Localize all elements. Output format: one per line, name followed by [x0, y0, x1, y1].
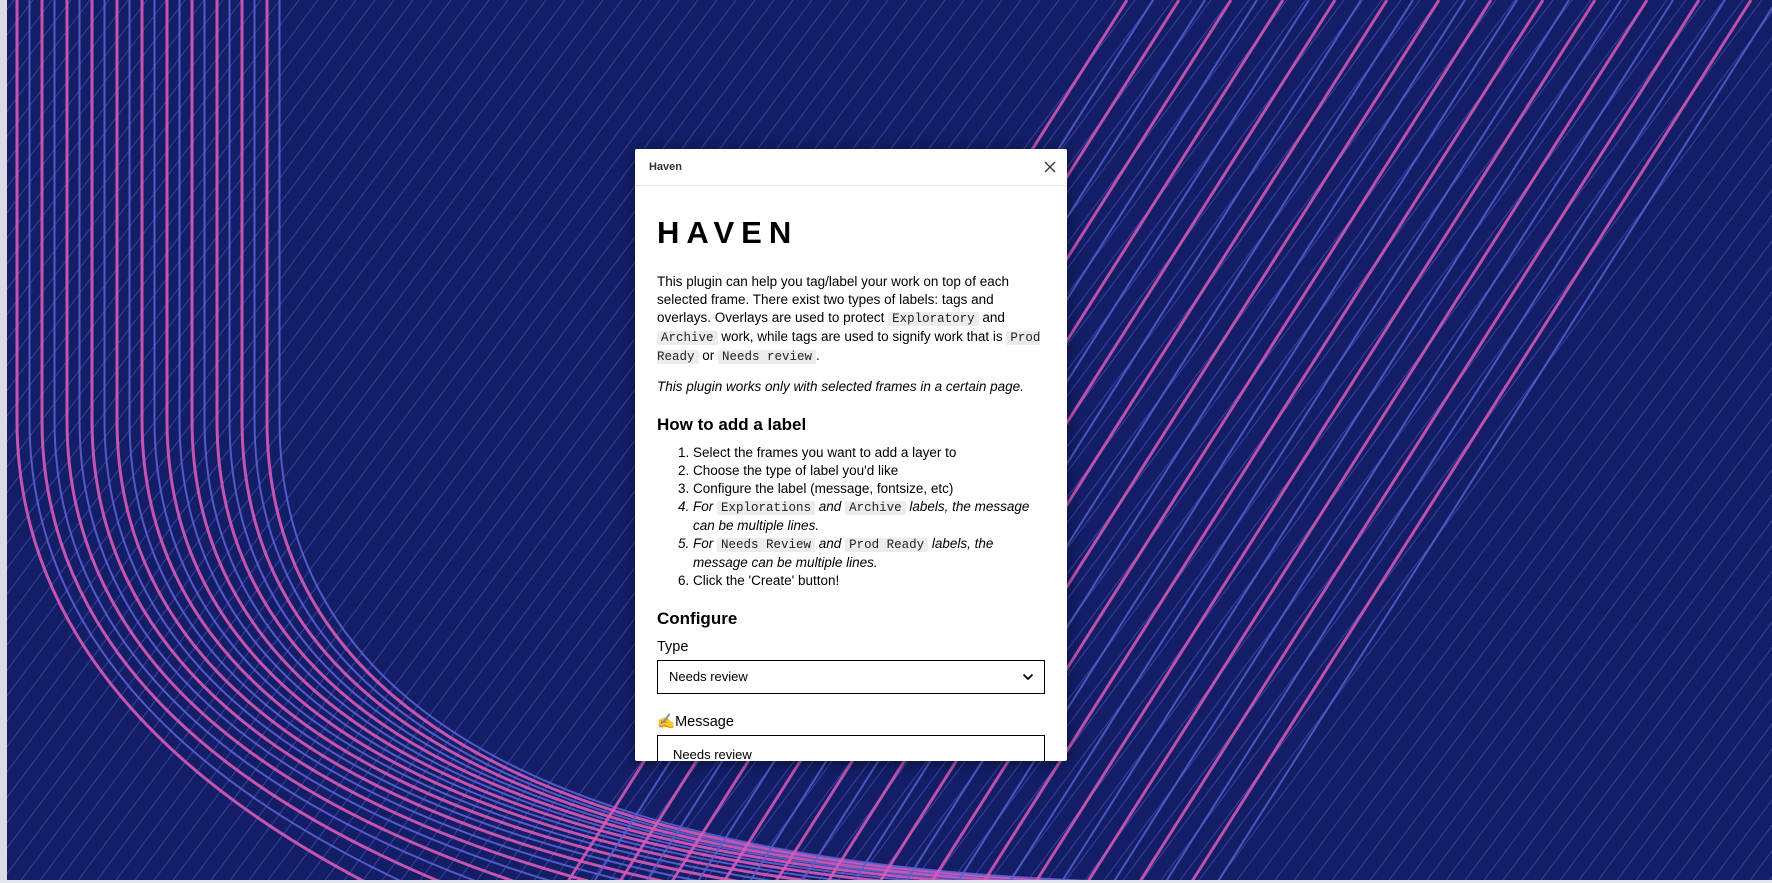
- message-label-text: Message: [675, 714, 734, 730]
- plugin-title: Haven: [649, 161, 683, 173]
- type-select[interactable]: Needs review: [657, 660, 1045, 694]
- message-label: ✍️Message: [657, 713, 1045, 731]
- code-exploratory: Exploratory: [888, 312, 979, 326]
- type-select-value: Needs review: [669, 669, 748, 684]
- chevron-down-icon: [1022, 668, 1034, 686]
- code-explorations: Explorations: [717, 501, 816, 515]
- steps-list: Select the frames you want to add a laye…: [657, 444, 1045, 590]
- message-input[interactable]: [657, 735, 1045, 761]
- step-item: For Needs Review and Prod Ready labels, …: [693, 535, 1045, 572]
- writing-hand-icon: ✍️: [657, 714, 676, 730]
- code-needs-review: Needs review: [718, 350, 817, 364]
- code-archive: Archive: [657, 331, 718, 345]
- step-text: and: [815, 536, 846, 551]
- code-needs-review: Needs Review: [717, 538, 816, 552]
- step-text: and: [815, 499, 846, 514]
- how-to-heading: How to add a label: [657, 415, 807, 434]
- intro-text: .: [816, 348, 820, 363]
- step-item: Choose the type of label you'd like: [693, 462, 1045, 480]
- step-text: For: [693, 499, 718, 514]
- plugin-window: Haven HAVEN This plugin can help you tag…: [635, 149, 1067, 761]
- intro-paragraph: This plugin can help you tag/label your …: [657, 273, 1045, 366]
- step-item: Configure the label (message, fontsize, …: [693, 480, 1045, 498]
- plugin-content: HAVEN This plugin can help you tag/label…: [635, 217, 1067, 761]
- code-prod-ready: Prod Ready: [845, 538, 929, 552]
- close-icon[interactable]: [1041, 158, 1059, 176]
- code-archive: Archive: [845, 501, 906, 515]
- plugin-titlebar: Haven: [635, 149, 1067, 186]
- page-note: This plugin works only with selected fra…: [657, 379, 1024, 394]
- configure-heading: Configure: [657, 609, 738, 628]
- step-item: Click the 'Create' button!: [693, 572, 1045, 590]
- type-label: Type: [657, 639, 689, 655]
- intro-text: or: [698, 348, 719, 363]
- step-item: For Explorations and Archive labels, the…: [693, 498, 1045, 535]
- brand-heading: HAVEN: [657, 215, 799, 250]
- intro-text: and: [978, 310, 1005, 325]
- step-item: Select the frames you want to add a laye…: [693, 444, 1045, 462]
- intro-text: work, while tags are used to signify wor…: [717, 329, 1007, 344]
- step-text: For: [693, 536, 718, 551]
